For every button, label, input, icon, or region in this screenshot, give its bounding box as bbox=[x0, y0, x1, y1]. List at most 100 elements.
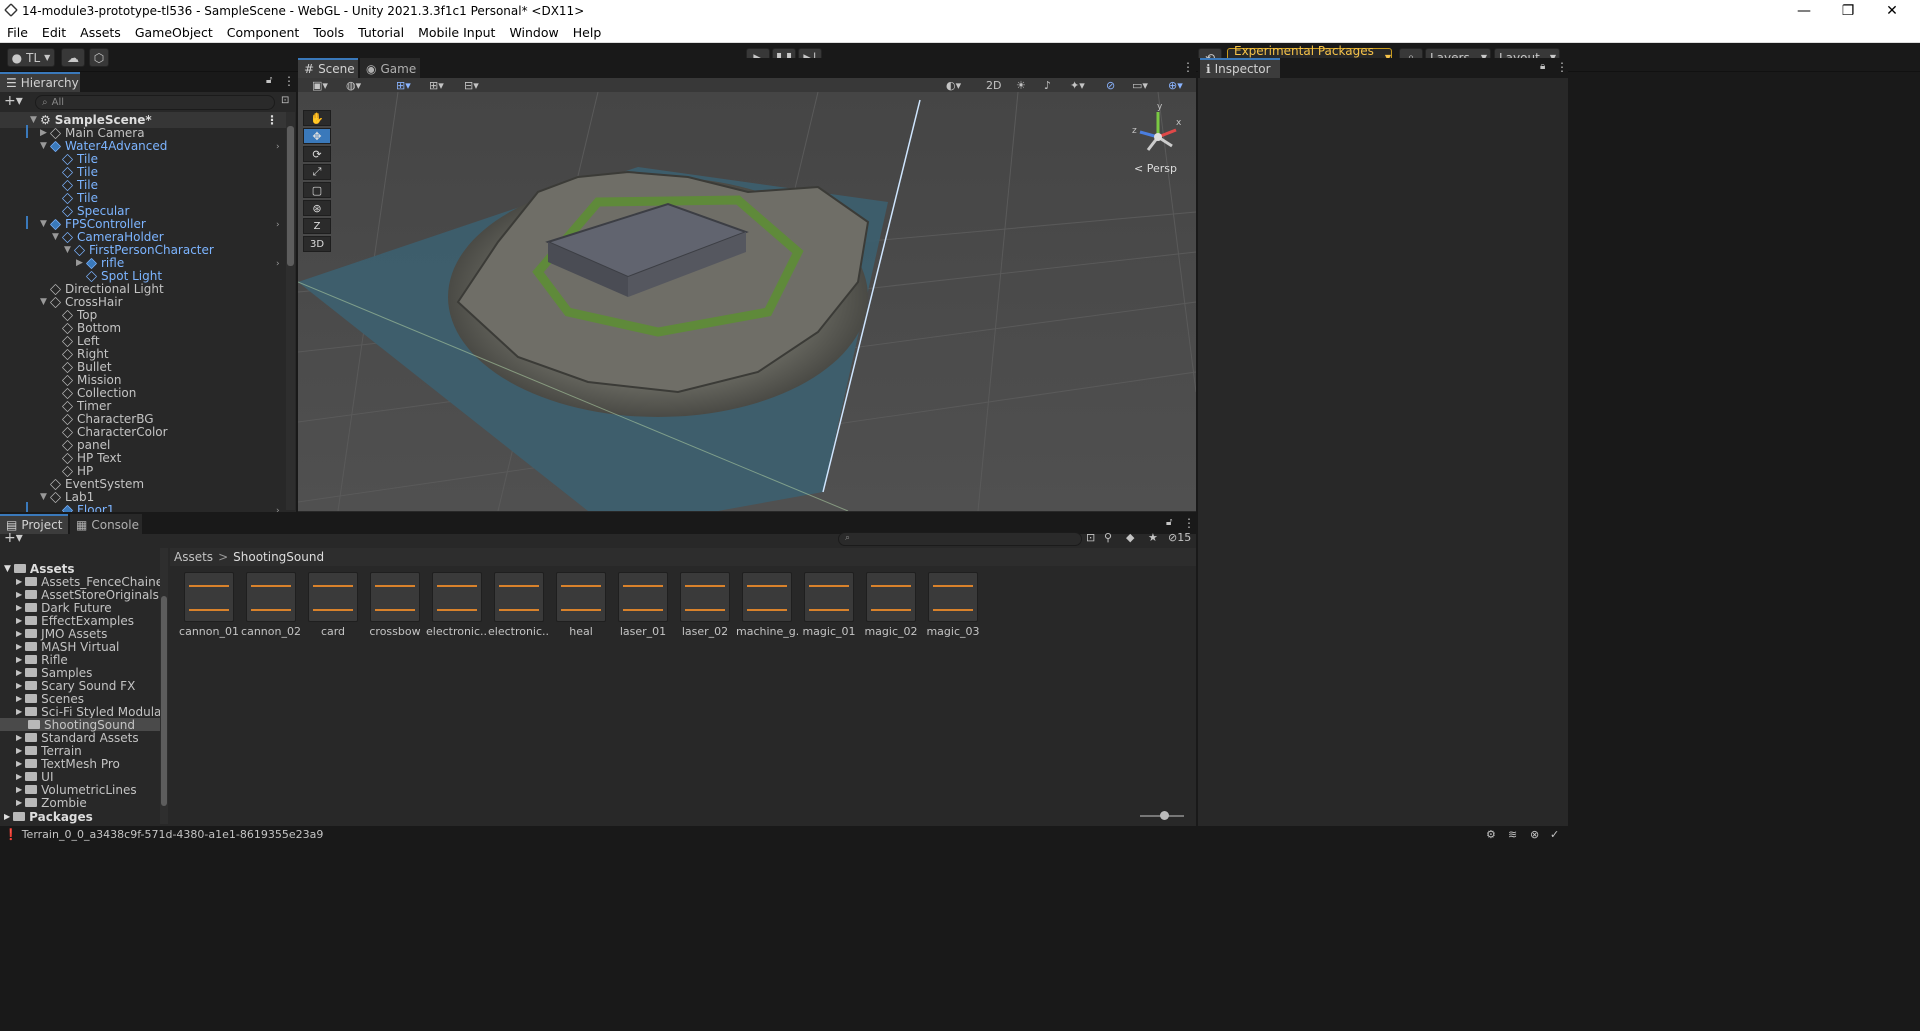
audio-clip-thumbnail[interactable] bbox=[370, 572, 420, 622]
chevron-right-icon[interactable]: › bbox=[276, 506, 280, 512]
status-message[interactable]: Terrain_0_0_a3438c9f-571d-4380-a1e1-8619… bbox=[22, 828, 324, 841]
hidden-packages-icon[interactable]: ⊘15 bbox=[1168, 531, 1191, 544]
audio-clip-thumbnail[interactable] bbox=[928, 572, 978, 622]
kebab-menu-icon[interactable]: ⋮ bbox=[283, 74, 295, 88]
breadcrumb-assets[interactable]: Assets bbox=[174, 550, 213, 564]
move-tool-icon[interactable]: ✥ bbox=[303, 128, 331, 144]
audio-clip-thumbnail[interactable] bbox=[432, 572, 482, 622]
folder-row[interactable]: ▶ Zombie bbox=[16, 796, 87, 810]
effects-icon[interactable]: ✦▾ bbox=[1070, 79, 1085, 92]
folder-row[interactable]: ▶ Dark Future bbox=[16, 601, 112, 615]
folder-row[interactable]: ▶ VolumetricLines bbox=[16, 783, 137, 797]
folder-row[interactable]: ▶ Assets_FenceChained bbox=[16, 575, 160, 589]
folder-row[interactable]: ▶ EffectExamples bbox=[16, 614, 134, 628]
audio-clip-thumbnail[interactable] bbox=[804, 572, 854, 622]
menu-file[interactable]: File bbox=[0, 25, 35, 40]
hidden-objects-icon[interactable]: ⊘ bbox=[1106, 79, 1115, 92]
folder-row[interactable]: ▶ JMO Assets bbox=[16, 627, 107, 641]
tool-z[interactable]: Z bbox=[303, 218, 331, 234]
assets-root-row[interactable]: ▼ Assets bbox=[4, 562, 75, 576]
asset-size-slider[interactable] bbox=[1140, 811, 1184, 820]
breadcrumb-current[interactable]: ShootingSound bbox=[233, 550, 324, 564]
expand-arrow-icon[interactable]: ▼ bbox=[40, 492, 47, 502]
audio-clip-thumbnail[interactable] bbox=[680, 572, 730, 622]
rotate-tool-icon[interactable]: ⟳ bbox=[303, 146, 331, 162]
folder-row[interactable]: ▶ Samples bbox=[16, 666, 92, 680]
grid-snap-icon[interactable]: ⊞▾ bbox=[429, 79, 444, 92]
tab-inspector[interactable]: ℹ Inspector bbox=[1200, 58, 1280, 78]
scale-tool-icon[interactable]: ⤢ bbox=[303, 164, 331, 180]
audio-clip-thumbnail[interactable] bbox=[556, 572, 606, 622]
folder-row[interactable]: ▶ MASH Virtual bbox=[16, 640, 119, 654]
debug-icon[interactable]: ⚙ bbox=[1486, 828, 1496, 841]
expand-arrow-icon[interactable]: ▼ bbox=[40, 141, 47, 151]
chevron-right-icon[interactable]: › bbox=[276, 220, 280, 230]
search-by-label-icon[interactable]: ⚲ bbox=[1104, 531, 1112, 544]
chevron-right-icon[interactable]: › bbox=[276, 142, 280, 152]
menu-mobile-input[interactable]: Mobile Input bbox=[411, 25, 502, 40]
expand-arrow-icon[interactable]: ▼ bbox=[52, 232, 59, 242]
kebab-menu-icon[interactable]: ⋮ bbox=[1556, 60, 1568, 74]
network-icon[interactable]: ⊗ bbox=[1530, 828, 1539, 841]
camera-settings-icon[interactable]: ▭▾ bbox=[1132, 79, 1148, 92]
tab-scene[interactable]: # Scene bbox=[298, 58, 358, 78]
menu-tutorial[interactable]: Tutorial bbox=[351, 25, 411, 40]
menu-edit[interactable]: Edit bbox=[35, 25, 73, 40]
tab-game[interactable]: ◉ Game bbox=[360, 58, 420, 78]
expand-arrow-icon[interactable]: ▶ bbox=[40, 128, 47, 138]
folder-row[interactable]: ▶ Terrain bbox=[16, 744, 82, 758]
folder-row[interactable]: ▶ Scenes bbox=[16, 692, 84, 706]
scrollbar-thumb[interactable] bbox=[161, 596, 167, 806]
view-tool-hand-icon[interactable]: ✋ bbox=[303, 110, 331, 126]
maximize-button[interactable]: ❐ bbox=[1826, 0, 1870, 22]
search-by-type-icon[interactable]: ⊡ bbox=[1086, 531, 1095, 544]
folder-row[interactable]: ▶ Scary Sound FX bbox=[16, 679, 135, 693]
chevron-right-icon[interactable]: › bbox=[276, 259, 280, 269]
create-asset-button[interactable]: +▾ bbox=[4, 530, 34, 546]
move-snap-icon[interactable]: ⊞▾ bbox=[396, 79, 411, 92]
folder-tree-scrollbar[interactable] bbox=[160, 548, 168, 824]
kebab-menu-icon[interactable]: ⋮ bbox=[1182, 60, 1194, 74]
gizmos-icon[interactable]: ⊕▾ bbox=[1168, 79, 1183, 92]
folder-row[interactable]: ▶ UI bbox=[16, 770, 53, 784]
audio-clip-thumbnail[interactable] bbox=[494, 572, 544, 622]
packages-root-row[interactable]: ▶ Packages bbox=[4, 810, 93, 824]
increment-snap-icon[interactable]: ⊟▾ bbox=[464, 79, 479, 92]
lock-icon[interactable]: 🔓︎ bbox=[266, 75, 272, 86]
favorite-star-icon[interactable]: ★ bbox=[1148, 531, 1158, 544]
projection-label[interactable]: < Persp bbox=[1134, 162, 1177, 175]
audio-clip-thumbnail[interactable] bbox=[618, 572, 668, 622]
expand-arrow-icon[interactable]: ▼ bbox=[40, 297, 47, 307]
menu-gameobject[interactable]: GameObject bbox=[128, 25, 220, 40]
menu-help[interactable]: Help bbox=[566, 25, 609, 40]
audio-clip-thumbnail[interactable] bbox=[184, 572, 234, 622]
scene-filter-icon[interactable]: ⊡ bbox=[281, 95, 289, 106]
lighting-icon[interactable]: ☀ bbox=[1016, 79, 1026, 92]
kebab-menu-icon[interactable]: ⋮ bbox=[266, 113, 278, 127]
tab-console[interactable]: ▦ Console bbox=[70, 514, 142, 534]
rect-tool-icon[interactable]: ▢ bbox=[303, 182, 331, 198]
folder-row[interactable]: ▶ Sci-Fi Styled Modular Pac bbox=[16, 705, 160, 719]
folder-row-selected[interactable]: ShootingSound bbox=[0, 718, 160, 732]
project-search-input[interactable]: ⌕ bbox=[838, 532, 1082, 546]
folder-row[interactable]: ▶ Standard Assets bbox=[16, 731, 139, 745]
audio-icon[interactable]: ♪ bbox=[1044, 79, 1051, 92]
auto-generate-icon[interactable]: ✓ bbox=[1550, 828, 1559, 841]
progress-icon[interactable]: ≋ bbox=[1508, 828, 1517, 841]
tab-hierarchy[interactable]: ☰ Hierarchy bbox=[0, 72, 80, 92]
menu-assets[interactable]: Assets bbox=[73, 25, 128, 40]
orientation-gizmo[interactable]: y x z < Persp bbox=[1128, 102, 1188, 177]
expand-arrow-icon[interactable]: ▼ bbox=[64, 245, 71, 255]
btn-2d[interactable]: 2D bbox=[986, 79, 1001, 92]
draw-mode-icon[interactable]: ▣▾ bbox=[312, 79, 328, 92]
menu-window[interactable]: Window bbox=[502, 25, 565, 40]
account-dropdown[interactable]: ● TL ▼ bbox=[7, 48, 55, 67]
audio-clip-thumbnail[interactable] bbox=[866, 572, 916, 622]
expand-arrow-icon[interactable]: ▶ bbox=[76, 258, 83, 268]
audio-clip-thumbnail[interactable] bbox=[246, 572, 296, 622]
kebab-menu-icon[interactable]: ⋮ bbox=[1183, 516, 1195, 530]
transform-tool-icon[interactable]: ⊛ bbox=[303, 200, 331, 216]
shading-sphere-icon[interactable]: ◐▾ bbox=[946, 79, 961, 92]
menu-tools[interactable]: Tools bbox=[306, 25, 351, 40]
close-button[interactable]: ✕ bbox=[1870, 0, 1914, 22]
